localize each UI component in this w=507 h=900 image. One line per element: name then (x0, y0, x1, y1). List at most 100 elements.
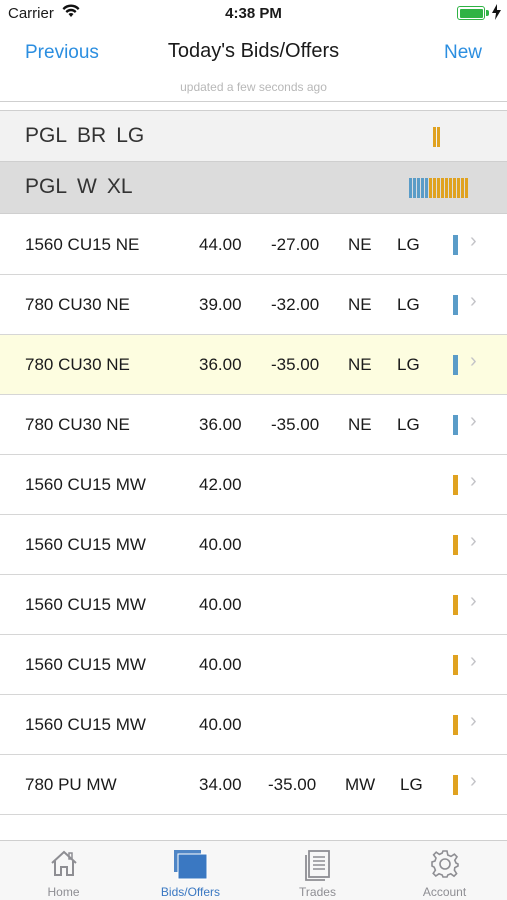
status-indicator (453, 595, 458, 615)
stack-icon (173, 850, 207, 880)
yellow-volume-bar (437, 178, 440, 198)
row-basis: -35.00 (271, 415, 320, 434)
row-name: 1560 CU15 MW (25, 475, 146, 494)
status-indicator (453, 655, 458, 675)
row-size: LG (397, 235, 420, 254)
row-name: 780 CU30 NE (25, 295, 130, 314)
yellow-volume-bar (429, 178, 432, 198)
blue-volume-bar (409, 178, 412, 198)
row-price: 40.00 (199, 535, 242, 554)
row-size: LG (400, 775, 423, 794)
chevron-right-icon: › (470, 710, 477, 732)
row-price: 44.00 (199, 235, 242, 254)
document-icon (304, 850, 330, 881)
table-row[interactable]: 1560 CU15 MW 40.00 › (0, 695, 507, 755)
row-name: 780 CU30 NE (25, 415, 130, 434)
group-label: PGL BR LG (25, 124, 145, 147)
group-label: PGL W XL (25, 175, 133, 198)
row-price: 40.00 (199, 715, 242, 734)
updated-status: updated a few seconds ago (180, 80, 327, 94)
yellow-volume-bar (465, 178, 468, 198)
row-region: NE (348, 415, 372, 434)
table-row[interactable]: 780 CU30 NE 36.00 -35.00 NE LG › (0, 395, 507, 455)
status-bar: Carrier 4:38 PM (0, 0, 507, 28)
chevron-right-icon: › (470, 290, 477, 312)
row-size: LG (397, 415, 420, 434)
navigation-bar: Previous Today's Bids/Offers New updated… (0, 28, 507, 102)
row-name: 780 PU MW (25, 775, 117, 794)
row-name: 1560 CU15 NE (25, 235, 140, 254)
row-basis: -32.00 (271, 295, 320, 314)
chevron-right-icon: › (470, 350, 477, 372)
chevron-right-icon: › (470, 770, 477, 792)
chevron-right-icon: › (470, 590, 477, 612)
yellow-volume-bar (433, 127, 436, 147)
group-header-pgl-br-lg[interactable]: PGL BR LG (0, 110, 507, 162)
chevron-right-icon: › (470, 410, 477, 432)
blue-volume-bar (425, 178, 428, 198)
status-indicator (453, 355, 458, 375)
status-indicator (453, 295, 458, 315)
row-name: 1560 CU15 MW (25, 715, 146, 734)
yellow-volume-bar (445, 178, 448, 198)
status-indicator (453, 415, 458, 435)
row-price: 39.00 (199, 295, 242, 314)
yellow-volume-bar (441, 178, 444, 198)
row-name: 1560 CU15 MW (25, 655, 146, 674)
row-size: LG (397, 295, 420, 314)
row-basis: -35.00 (268, 775, 317, 794)
table-row[interactable]: 1560 CU15 MW 40.00 › (0, 575, 507, 635)
table-row[interactable]: 780 CU30 NE 36.00 -35.00 NE LG › (0, 335, 507, 395)
row-region: NE (348, 235, 372, 254)
row-basis: -35.00 (271, 355, 320, 374)
blue-volume-bar (421, 178, 424, 198)
clock: 4:38 PM (225, 5, 282, 22)
row-price: 34.00 (199, 775, 242, 794)
blue-volume-bar (417, 178, 420, 198)
bids-offers-list: 1560 CU15 NE 44.00 -27.00 NE LG › 780 CU30 NE 3… (0, 215, 507, 815)
row-price: 42.00 (199, 475, 242, 494)
status-indicator (453, 715, 458, 735)
volume-bars (433, 127, 440, 147)
chevron-right-icon: › (470, 530, 477, 552)
row-name: 780 CU30 NE (25, 355, 130, 374)
row-price: 36.00 (199, 355, 242, 374)
row-size: LG (397, 355, 420, 374)
row-price: 40.00 (199, 655, 242, 674)
table-row[interactable]: 1560 CU15 MW 40.00 › (0, 635, 507, 695)
yellow-volume-bar (433, 178, 436, 198)
table-row[interactable]: 780 PU MW 34.00 -35.00 MW LG › (0, 755, 507, 815)
row-name: 1560 CU15 MW (25, 595, 146, 614)
tab-bar: Home Bids/Offers Trades Account (0, 840, 507, 900)
home-icon (50, 850, 77, 876)
charging-icon (492, 4, 501, 20)
tab-home[interactable]: Home (0, 841, 127, 900)
tab-account[interactable]: Account (381, 841, 507, 900)
row-name: 1560 CU15 MW (25, 535, 146, 554)
status-indicator (453, 535, 458, 555)
new-button[interactable]: New (444, 42, 482, 64)
chevron-right-icon: › (470, 470, 477, 492)
yellow-volume-bar (457, 178, 460, 198)
page-title: Today's Bids/Offers (167, 40, 340, 62)
row-basis: -27.00 (271, 235, 320, 254)
table-row[interactable]: 1560 CU15 MW 40.00 › (0, 515, 507, 575)
volume-bars (409, 178, 468, 198)
status-indicator (453, 775, 458, 795)
yellow-volume-bar (437, 127, 440, 147)
table-row[interactable]: 1560 CU15 NE 44.00 -27.00 NE LG › (0, 215, 507, 275)
row-price: 36.00 (199, 415, 242, 434)
yellow-volume-bar (449, 178, 452, 198)
tab-bids-offers[interactable]: Bids/Offers (127, 841, 254, 900)
row-region: NE (348, 355, 372, 374)
status-indicator (453, 475, 458, 495)
gear-icon (430, 850, 459, 878)
table-row[interactable]: 780 CU30 NE 39.00 -32.00 NE LG › (0, 275, 507, 335)
table-row[interactable]: 1560 CU15 MW 42.00 › (0, 455, 507, 515)
yellow-volume-bar (461, 178, 464, 198)
group-header-pgl-w-xl[interactable]: PGL W XL (0, 162, 507, 214)
row-region: NE (348, 295, 372, 314)
row-price: 40.00 (199, 595, 242, 614)
tab-trades[interactable]: Trades (254, 841, 381, 900)
chevron-right-icon: › (470, 230, 477, 252)
